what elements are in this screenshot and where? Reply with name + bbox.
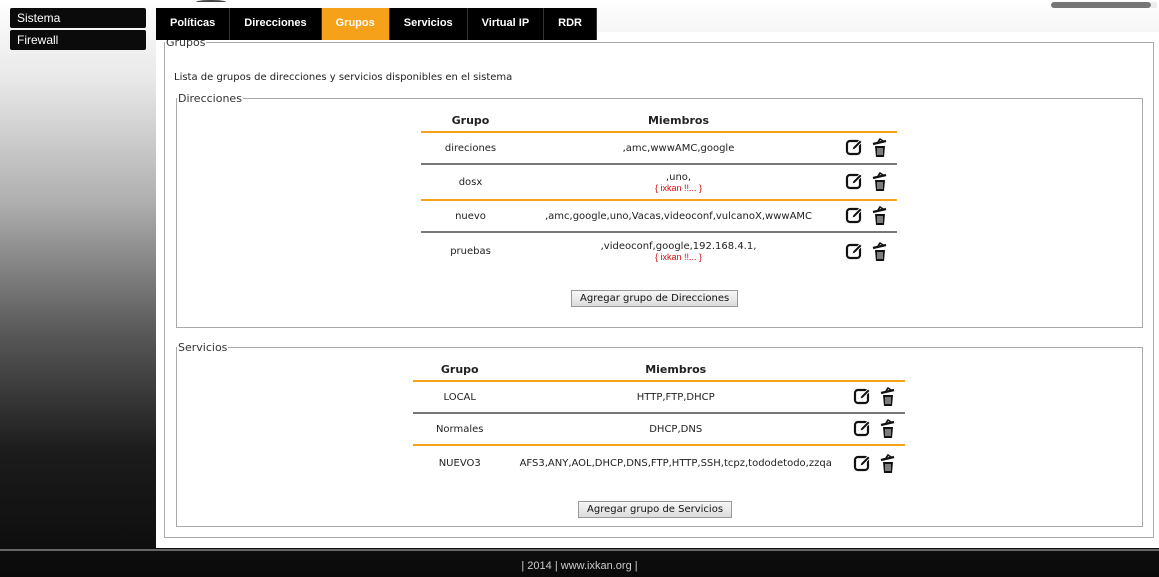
members-text: AFS3,ANY,AOL,DHCP,DNS,FTP,HTTP,SSH,tcpz,… [519,458,832,469]
actions-cell [837,232,897,270]
group-name-cell: LOCAL [413,381,507,414]
footer-divider [0,549,1159,551]
table-row: NUEVO3 AFS3,ANY,AOL,DHCP,DNS,FTP,HTTP,SSH… [413,445,905,481]
group-name-cell: NUEVO3 [438,458,481,469]
members-text: ,amc,google,uno,Vacas,videoconf,vulcanoX… [544,210,813,222]
sidebar-item-firewall[interactable]: Firewall [10,30,146,50]
edit-icon[interactable] [845,206,863,226]
trash-icon[interactable] [871,241,889,262]
servicios-table: Grupo Miembros LOCAL HTTP,FTP,DHCP Normale… [413,359,905,481]
actions-cell [836,200,897,233]
edit-icon[interactable] [845,242,863,262]
group-name-cell: Normales [413,413,507,446]
edit-icon[interactable] [845,138,863,158]
edit-icon[interactable] [853,387,871,407]
trash-icon[interactable] [879,453,897,474]
members-text: DHCP,DNS [649,423,703,435]
members-cell: ,amc,wwwAMC,google [520,132,837,165]
group-name-cell: dosx [421,164,521,201]
direcciones-legend: Direcciones [178,92,242,105]
column-header-miembros: Miembros [520,110,837,133]
tab-grupos[interactable]: Grupos [321,8,390,40]
trash-icon[interactable] [871,137,889,158]
edit-icon[interactable] [853,419,871,439]
members-text: ,videoconf,google,192.168.4.1, [600,241,757,252]
sidebar: Sistema Firewall [10,8,146,52]
table-row: direciones ,amc,wwwAMC,google [421,132,897,165]
footer-year: | 2014 | [521,560,558,572]
table-row: pruebas ,videoconf,google,192.168.4.1,{ i… [421,232,897,270]
top-right-bar [1051,2,1157,8]
column-header-actions [844,359,905,382]
main-panel: Grupos Lista de grupos de direcciones y … [156,32,1159,548]
warning-text: { ixkan !!... } [654,182,703,193]
group-name-cell: direciones [421,132,521,165]
trash-icon[interactable] [871,205,889,226]
top-decoration [196,0,226,4]
actions-cell [836,132,897,165]
tab-servicios[interactable]: Servicios [390,8,468,40]
footer-link[interactable]: www.ixkan.org [561,560,632,572]
column-header-grupo: Grupo [413,359,507,382]
trash-icon[interactable] [879,386,897,407]
group-name-cell: pruebas [450,246,491,257]
table-row: Normales DHCP,DNS [413,413,905,446]
table-row: nuevo ,amc,google,uno,Vacas,videoconf,vul… [421,200,897,233]
members-text: HTTP,FTP,DHCP [636,391,715,403]
column-header-miembros: Miembros [506,359,845,382]
table-row: dosx ,uno,{ ixkan !!... } [421,164,897,201]
page-description: Lista de grupos de direcciones y servici… [174,72,513,83]
actions-cell [845,445,905,481]
members-text: ,uno, [665,171,692,183]
members-cell: ,videoconf,google,192.168.4.1,{ ixkan !!… [520,232,837,270]
direcciones-table: Grupo Miembros direciones ,amc,wwwAMC,goo… [421,110,897,270]
group-name-cell: nuevo [421,200,521,233]
tab-virtual-ip[interactable]: Virtual IP [468,8,545,40]
footer-separator: | [634,560,638,572]
members-cell: HTTP,FTP,DHCP [506,381,845,414]
tab-bar: Políticas Direcciones Grupos Servicios V… [156,8,597,40]
actions-cell [836,164,897,201]
table-row: LOCAL HTTP,FTP,DHCP [413,381,905,414]
members-cell: DHCP,DNS [506,413,845,446]
actions-cell [844,381,905,414]
actions-cell [844,413,905,446]
footer: | 2014 | www.ixkan.org | [0,560,1159,572]
tab-direcciones[interactable]: Direcciones [230,8,322,40]
members-cell: AFS3,ANY,AOL,DHCP,DNS,FTP,HTTP,SSH,tcpz,… [506,445,845,481]
edit-icon[interactable] [845,172,863,192]
tab-rdr[interactable]: RDR [544,8,597,40]
sidebar-item-sistema[interactable]: Sistema [10,8,146,28]
column-header-actions [836,110,897,133]
members-cell: ,amc,google,uno,Vacas,videoconf,vulcanoX… [520,200,837,233]
warning-text: { ixkan !!... } [654,252,703,262]
add-service-group-button[interactable]: Agregar grupo de Servicios [578,501,733,518]
servicios-legend: Servicios [178,341,228,354]
column-header-grupo: Grupo [421,110,521,133]
tab-politicas[interactable]: Políticas [156,8,231,40]
edit-icon[interactable] [853,454,871,474]
members-text: ,amc,wwwAMC,google [622,142,735,154]
members-cell: ,uno,{ ixkan !!... } [520,164,837,201]
add-address-group-button[interactable]: Agregar grupo de Direcciones [571,290,739,307]
trash-icon[interactable] [879,418,897,439]
trash-icon[interactable] [871,171,889,192]
